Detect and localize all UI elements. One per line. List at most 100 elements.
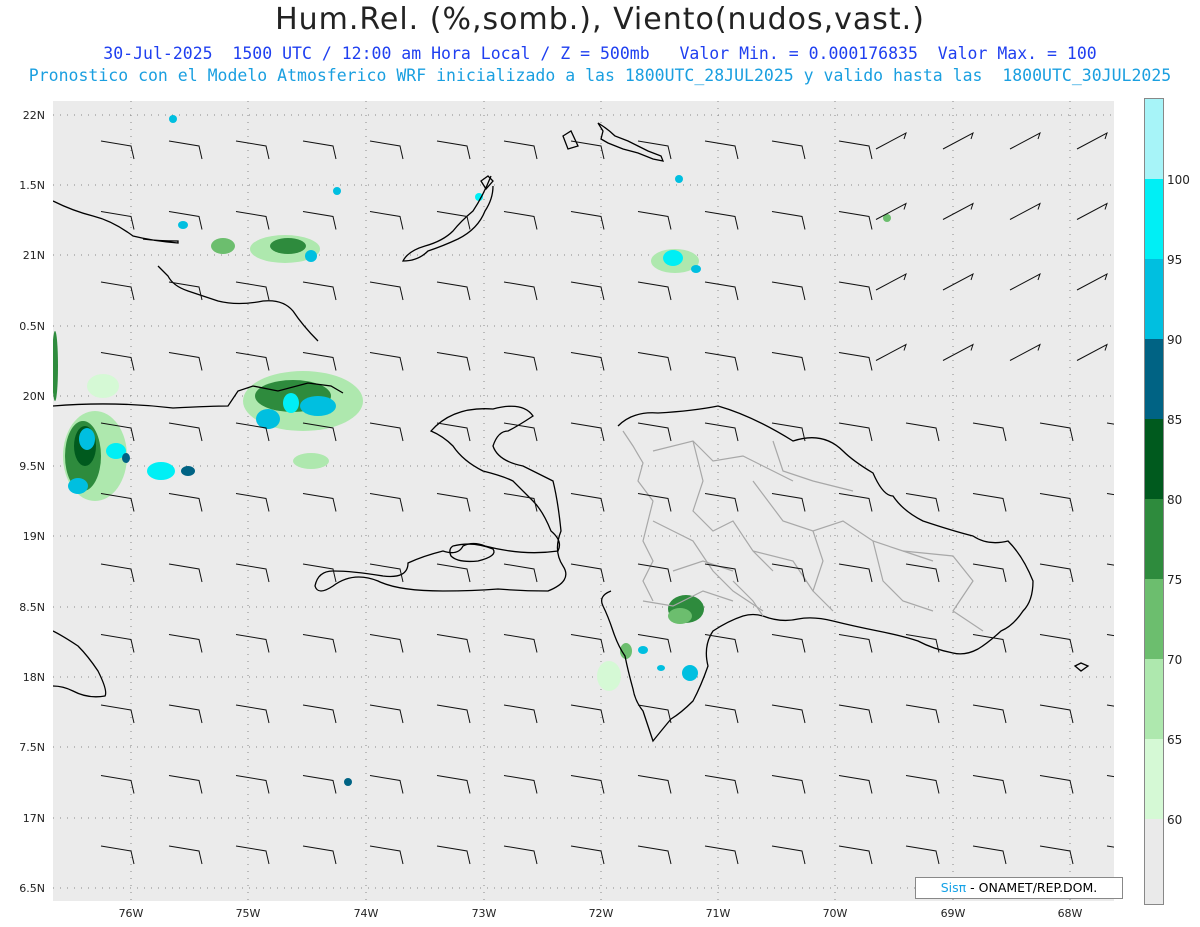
wind-barb xyxy=(1076,272,1108,291)
colorbar-label-95: 95 xyxy=(1167,253,1183,267)
wind-barb xyxy=(302,563,337,583)
wind-barb xyxy=(503,704,538,724)
wind-barb xyxy=(235,493,270,512)
lat-label-21-5n: 1.5N xyxy=(19,179,45,192)
wind-barb xyxy=(436,493,471,512)
wind-barb xyxy=(1009,202,1041,220)
wind-barb xyxy=(369,211,404,230)
wind-barb xyxy=(369,281,404,301)
wind-barb xyxy=(168,634,203,653)
wind-barb xyxy=(1039,422,1074,442)
lon-label-69w: 69W xyxy=(940,907,966,920)
wind-barb xyxy=(942,131,974,150)
wind-barb xyxy=(302,704,337,724)
wind-barb xyxy=(838,634,873,653)
lat-label-20-5n: 0.5N xyxy=(19,320,45,333)
wind-barb xyxy=(1039,775,1074,794)
wind-barb xyxy=(1076,202,1108,220)
colorbar-label-75: 75 xyxy=(1167,573,1183,587)
wind-barb xyxy=(503,281,538,301)
wind-barb xyxy=(771,775,806,794)
colorbar-label-85: 85 xyxy=(1167,413,1183,427)
colorbar-label-90: 90 xyxy=(1167,333,1183,347)
lon-label-73w: 73W xyxy=(471,907,497,920)
wind-barb xyxy=(637,704,672,724)
wind-barb xyxy=(838,493,873,512)
colorbar-seg-75 xyxy=(1145,499,1163,579)
wind-barb xyxy=(503,775,538,794)
wind-barb xyxy=(838,352,873,371)
wind-barb xyxy=(503,211,538,230)
wind-barb xyxy=(838,563,873,583)
colorbar-seg-90 xyxy=(1145,259,1163,339)
wind-barb xyxy=(503,563,538,583)
map-panel xyxy=(53,101,1114,901)
wind-barb xyxy=(436,140,471,160)
wind-barb xyxy=(1039,845,1074,865)
wind-barb xyxy=(436,422,471,442)
valid-time-subtitle: 30-Jul-2025 1500 UTC / 12:00 am Hora Loc… xyxy=(103,44,1097,63)
wind-barb xyxy=(704,422,739,442)
wind-barb xyxy=(100,563,135,583)
wind-barb xyxy=(100,845,135,865)
colorbar-seg-below xyxy=(1145,819,1163,904)
wind-barb xyxy=(637,211,672,230)
wind-barb xyxy=(235,845,270,865)
wind-barb xyxy=(838,211,873,230)
wind-barb xyxy=(235,704,270,724)
wind-barb xyxy=(637,422,672,442)
lon-label-68w: 68W xyxy=(1057,907,1083,920)
wind-barb xyxy=(905,845,940,865)
wind-barb xyxy=(570,845,605,865)
wind-barb xyxy=(1106,845,1114,848)
map-canvas xyxy=(53,101,1114,901)
wind-barb xyxy=(302,140,337,160)
wind-barb xyxy=(570,140,605,160)
wind-barb xyxy=(972,422,1007,442)
wind-barb xyxy=(570,563,605,583)
wind-barb xyxy=(503,422,538,442)
lat-label-18n: 18N xyxy=(22,671,45,684)
wind-barb xyxy=(168,493,203,512)
lon-label-74w: 74W xyxy=(353,907,379,920)
wind-barb xyxy=(771,140,806,160)
wind-barb xyxy=(771,845,806,865)
wind-barb xyxy=(100,704,135,724)
wind-barb xyxy=(771,563,806,583)
wind-barb xyxy=(875,272,907,291)
colorbar-label-65: 65 xyxy=(1167,733,1183,747)
wind-barb xyxy=(704,704,739,724)
lat-label-20n: 20N xyxy=(22,390,45,403)
lat-label-21n: 21N xyxy=(22,249,45,262)
wind-barb xyxy=(436,634,471,653)
wind-barb xyxy=(302,493,337,512)
wind-barb xyxy=(235,563,270,583)
wind-barb xyxy=(235,281,270,301)
wind-barb xyxy=(302,634,337,653)
wind-barb xyxy=(905,775,940,794)
colorbar-seg-70 xyxy=(1145,579,1163,659)
wind-barb xyxy=(905,704,940,724)
lon-label-71w: 71W xyxy=(705,907,731,920)
wind-barb xyxy=(100,352,135,371)
colorbar-seg-95 xyxy=(1145,179,1163,259)
colorbar-label-100: 100 xyxy=(1167,173,1190,187)
wind-barb xyxy=(570,775,605,794)
colorbar-label-70: 70 xyxy=(1167,653,1183,667)
credit-text: - ONAMET/REP.DOM. xyxy=(966,880,1098,895)
coastlines xyxy=(53,122,1090,743)
wind-barb xyxy=(235,211,270,230)
wind-barb xyxy=(369,845,404,865)
wind-barb xyxy=(235,634,270,653)
wind-barb xyxy=(369,352,404,371)
credit-box: Sisπ - ONAMET/REP.DOM. xyxy=(915,877,1123,899)
wind-barb xyxy=(905,563,940,583)
wind-barb xyxy=(570,493,605,512)
wind-barb xyxy=(838,422,873,442)
wind-barb xyxy=(100,281,135,301)
wind-barb xyxy=(875,343,907,361)
wind-barb xyxy=(1106,563,1114,566)
wind-barb xyxy=(503,493,538,512)
wind-barb xyxy=(1106,775,1114,778)
wind-barb xyxy=(1009,272,1041,291)
